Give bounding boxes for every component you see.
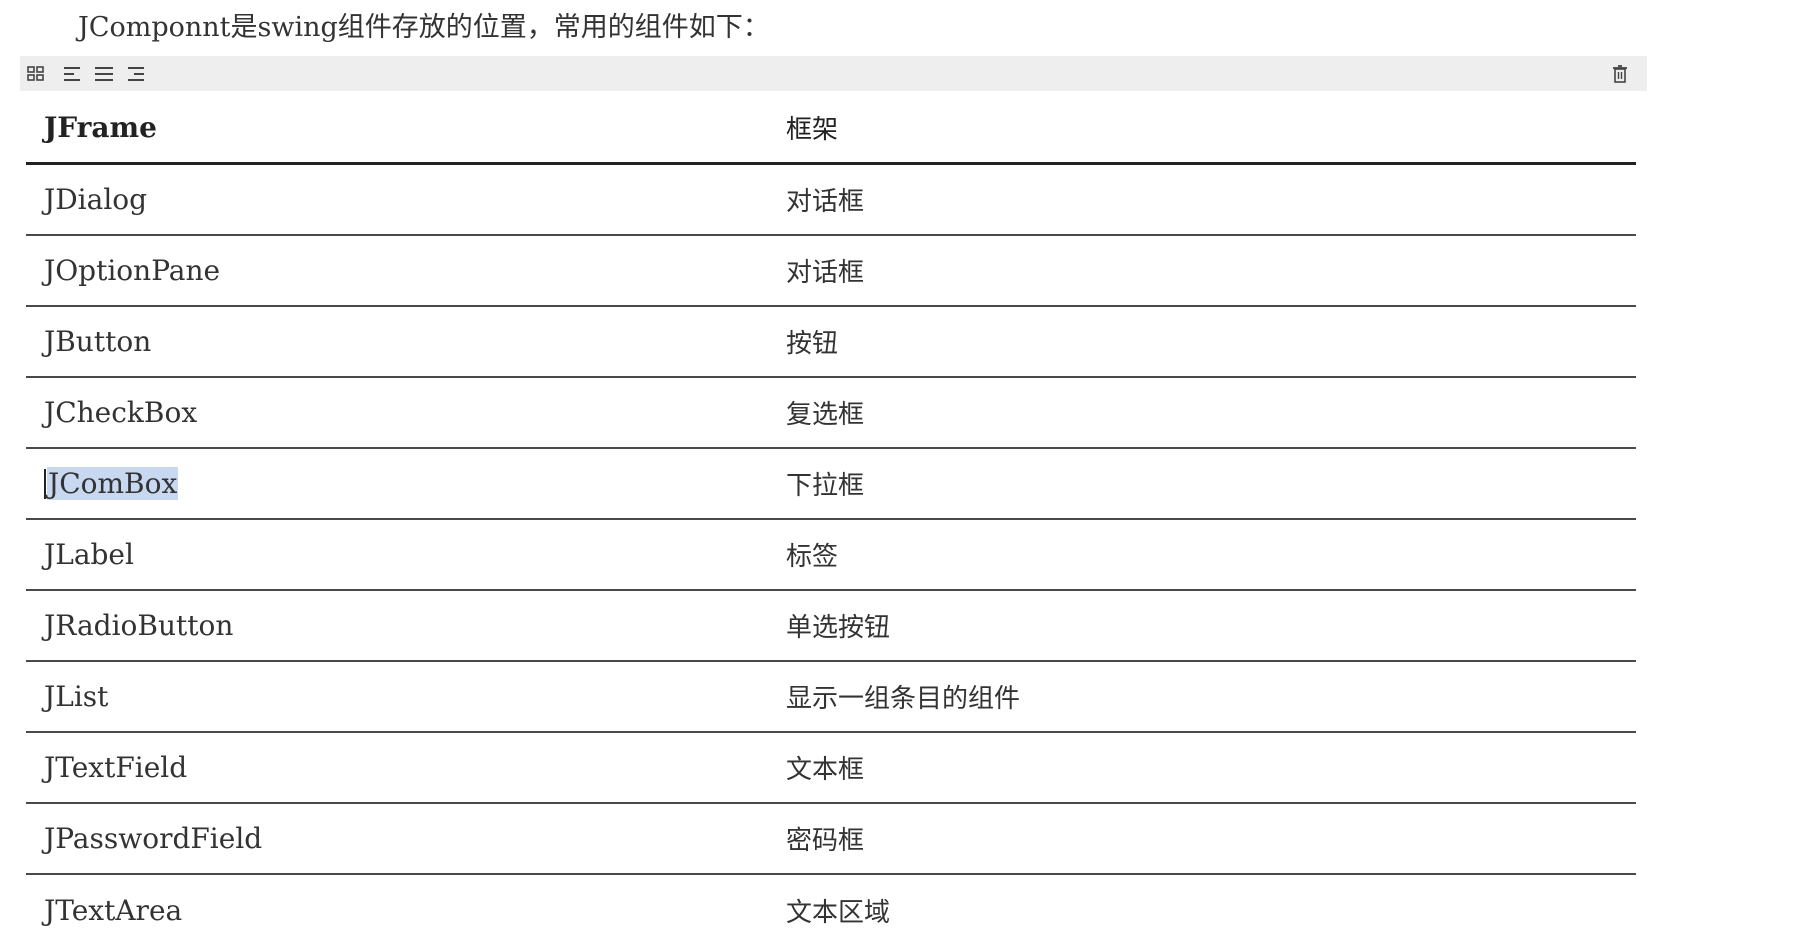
- table-header-row: JFrame 框架: [26, 92, 1636, 165]
- cell-desc[interactable]: 对话框: [786, 165, 864, 234]
- align-left-icon[interactable]: [62, 64, 82, 84]
- table-row: JPasswordField 密码框: [26, 804, 1636, 875]
- table-row: JLabel 标签: [26, 520, 1636, 591]
- cell-name-selected[interactable]: JComBox: [44, 449, 179, 518]
- cell-name[interactable]: JButton: [44, 307, 151, 376]
- cell-name[interactable]: JTextField: [44, 733, 187, 802]
- intro-paragraph: JComponnt是swing组件存放的位置，常用的组件如下：: [78, 12, 770, 43]
- header-cell-desc[interactable]: 框架: [786, 92, 838, 162]
- components-table: JFrame 框架 JDialog 对话框 JOptionPane 对话框 JB…: [26, 92, 1636, 946]
- table-row: JTextArea 文本区域: [26, 875, 1636, 946]
- cell-name[interactable]: JOptionPane: [44, 236, 220, 305]
- table-row: JButton 按钮: [26, 307, 1636, 378]
- cell-desc[interactable]: 单选按钮: [786, 591, 890, 660]
- cell-desc[interactable]: 对话框: [786, 236, 864, 305]
- table-row: JComBox 下拉框: [26, 449, 1636, 520]
- table-row: JRadioButton 单选按钮: [26, 591, 1636, 662]
- table-row: JList 显示一组条目的组件: [26, 662, 1636, 733]
- cell-desc[interactable]: 标签: [786, 520, 838, 589]
- table-row: JCheckBox 复选框: [26, 378, 1636, 449]
- cell-desc[interactable]: 按钮: [786, 307, 838, 376]
- cell-name[interactable]: JLabel: [44, 520, 134, 589]
- table-row: JOptionPane 对话框: [26, 236, 1636, 307]
- cell-desc[interactable]: 文本区域: [786, 875, 890, 946]
- cell-desc[interactable]: 密码框: [786, 804, 864, 873]
- cell-name[interactable]: JPasswordField: [44, 804, 262, 873]
- table-row: JDialog 对话框: [26, 165, 1636, 236]
- cell-desc[interactable]: 复选框: [786, 378, 864, 447]
- trash-icon[interactable]: [1610, 64, 1630, 84]
- cell-desc[interactable]: 显示一组条目的组件: [786, 662, 1020, 731]
- cell-desc[interactable]: 文本框: [786, 733, 864, 802]
- cell-name[interactable]: JTextArea: [44, 875, 182, 946]
- cell-name[interactable]: JRadioButton: [44, 591, 233, 660]
- align-center-icon[interactable]: [94, 64, 114, 84]
- align-right-icon[interactable]: [126, 64, 146, 84]
- cell-name[interactable]: JDialog: [44, 165, 147, 234]
- text-cursor: [44, 468, 46, 499]
- table-grid-icon[interactable]: [26, 64, 46, 84]
- cell-name[interactable]: JList: [44, 662, 108, 731]
- cell-name[interactable]: JCheckBox: [44, 378, 197, 447]
- selected-text[interactable]: JComBox: [47, 467, 179, 500]
- header-cell-name[interactable]: JFrame: [44, 92, 157, 162]
- table-toolbar: [20, 56, 1647, 91]
- cell-desc[interactable]: 下拉框: [786, 449, 864, 518]
- table-row: JTextField 文本框: [26, 733, 1636, 804]
